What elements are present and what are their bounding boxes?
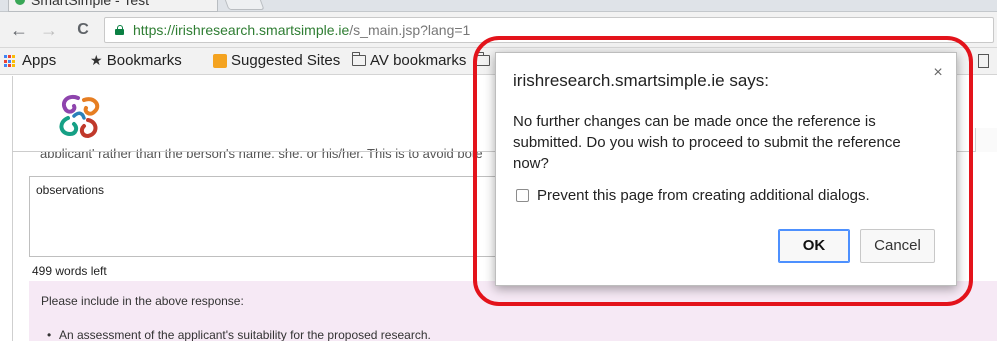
browser-tab[interactable]: SmartSimple - Test	[8, 0, 218, 12]
instructions-intro: Please include in the above response:	[41, 294, 244, 308]
page-icon	[978, 54, 989, 68]
suggested-sites-icon	[213, 54, 227, 68]
apps-grid-icon	[4, 55, 17, 68]
bookmark-suggested-sites[interactable]: Suggested Sites	[213, 52, 340, 69]
smartsimple-favicon-icon	[15, 0, 25, 5]
partially-hidden-text: applicant' rather than the person's name…	[40, 146, 483, 158]
url-path: /s_main.jsp?lang=1	[349, 22, 471, 38]
reload-icon[interactable]: C	[72, 19, 94, 41]
bookmark-label: Bookmarks	[106, 52, 182, 69]
bookmark-label: AV bookmarks	[370, 52, 467, 69]
tab-strip: SmartSimple - Test	[0, 0, 997, 12]
bookmark-bookmarks[interactable]: ★ Bookmarks	[90, 52, 182, 69]
url-text: https://irishresearch.smartsimple.ie/s_m…	[133, 22, 470, 38]
new-tab-button[interactable]	[223, 0, 265, 10]
bookmark-apps[interactable]: Apps	[4, 52, 56, 69]
lock-icon	[115, 25, 124, 35]
instructions-bullet: An assessment of the applicant's suitabi…	[47, 328, 431, 341]
folder-icon	[351, 52, 366, 66]
page-right-edge	[975, 128, 997, 152]
forward-arrow-icon[interactable]: →	[38, 19, 60, 41]
page-left-border	[12, 76, 13, 341]
response-textarea[interactable]: observations	[29, 176, 499, 257]
bookmark-label: Apps	[22, 52, 57, 69]
research-logo-icon	[59, 95, 100, 139]
back-arrow-icon[interactable]: ←	[8, 19, 30, 41]
words-left-counter: 499 words left	[32, 264, 107, 278]
url-domain: https://irishresearch.smartsimple.ie	[133, 22, 350, 38]
star-icon: ★	[90, 52, 103, 68]
bookmark-av-bookmarks[interactable]: AV bookmarks	[351, 52, 467, 69]
tab-title: SmartSimple - Test	[31, 0, 149, 8]
bookmark-label: Suggested Sites	[231, 52, 341, 69]
red-highlight-annotation	[473, 36, 973, 306]
